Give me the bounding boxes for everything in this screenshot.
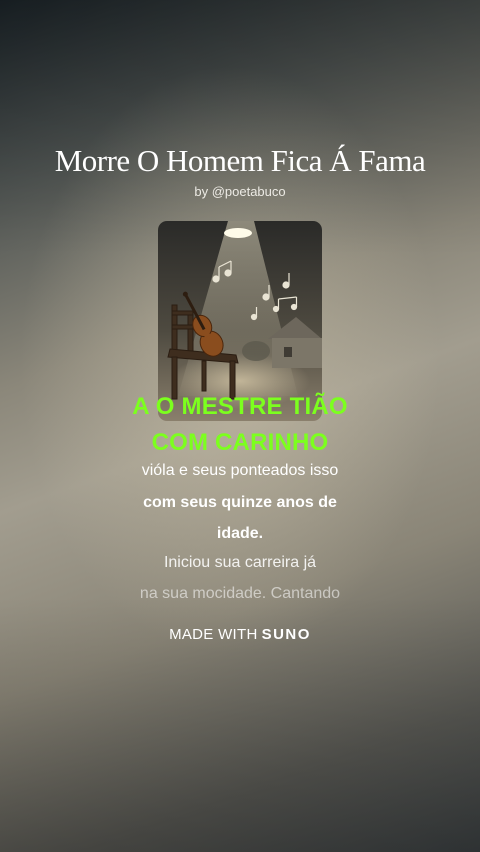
song-title: Morre O Homem Fica Á Fama bbox=[54, 143, 426, 178]
background-vignette bbox=[0, 0, 480, 852]
made-with-suno-badge[interactable]: MADE WITH SUNO bbox=[0, 626, 480, 643]
lyric-highlight-line-2: COM CARINHO bbox=[151, 429, 329, 456]
lyric-line: Iniciou sua carreira já bbox=[163, 554, 317, 571]
violin-on-chair-spotlight-image bbox=[158, 221, 322, 421]
lyric-line-current: com seus quinze anos de bbox=[143, 494, 337, 511]
artist-byline[interactable]: by @poetabuco bbox=[0, 184, 480, 199]
cover-art bbox=[158, 221, 322, 421]
lyric-line-current: idade. bbox=[216, 525, 264, 542]
suno-logo: SUNO bbox=[261, 626, 311, 643]
lyric-highlight-line-1: A O MESTRE TIÃO bbox=[132, 393, 348, 420]
lyric-line: vióla e seus ponteados isso bbox=[141, 462, 339, 479]
lyric-line-faded: na sua mocidade. Cantando bbox=[139, 585, 341, 602]
made-with-label: MADE WITH bbox=[169, 626, 258, 643]
